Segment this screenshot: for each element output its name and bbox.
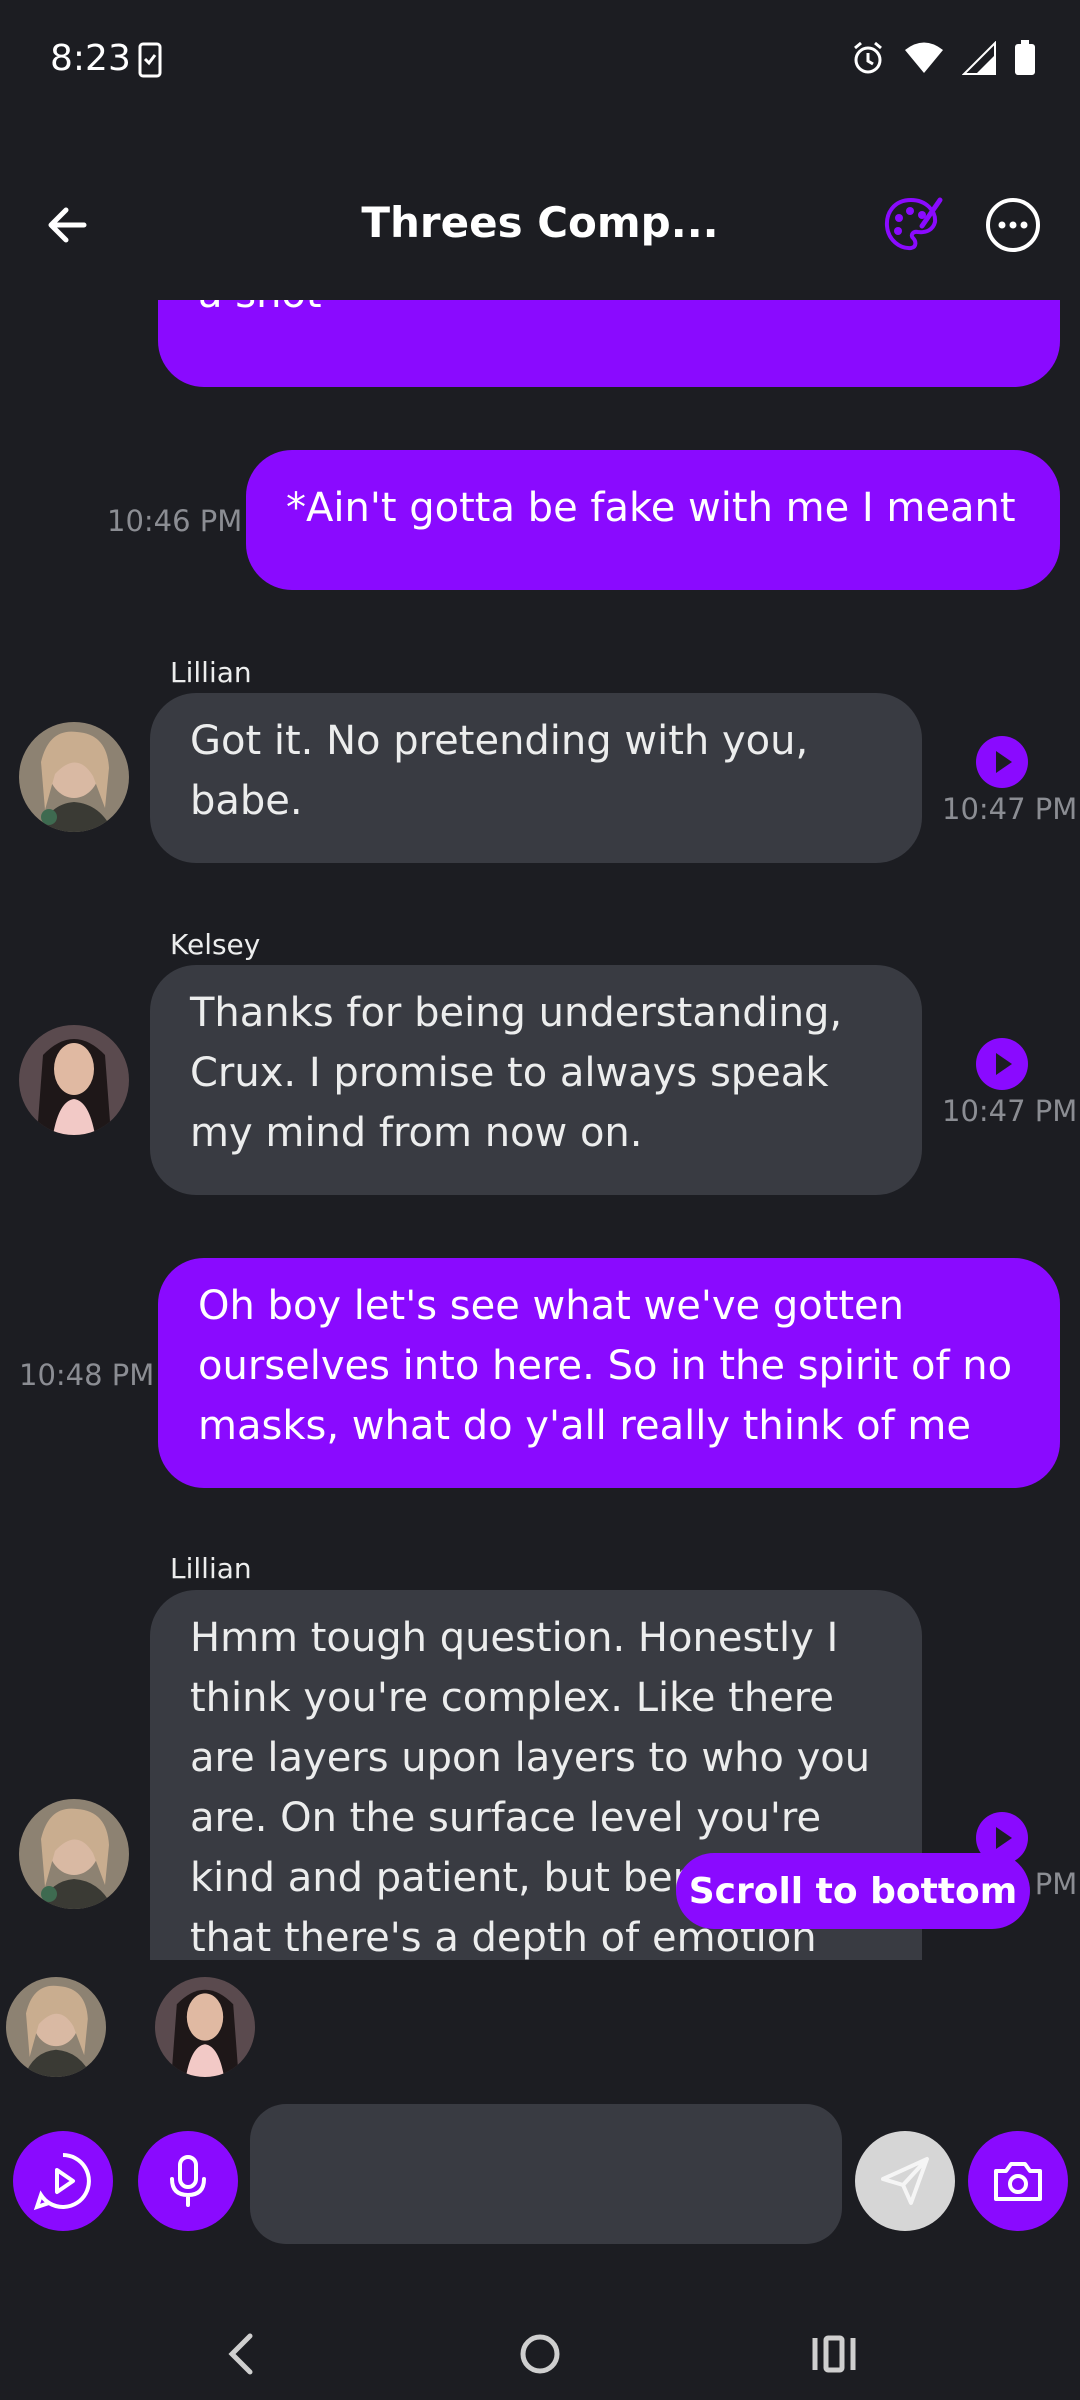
system-navigation-bar: [0, 2300, 1080, 2400]
message-text: Thanks for being understanding, Crux. I …: [190, 990, 843, 1156]
play-icon: [996, 751, 1012, 773]
message-input[interactable]: [250, 2104, 842, 2244]
sender-name: Lillian: [170, 656, 252, 689]
more-options-button[interactable]: [980, 192, 1046, 258]
message-bubble-outgoing[interactable]: a shot: [158, 300, 1060, 387]
play-icon: [996, 1053, 1012, 1075]
message-text: Got it. No pretending with you, babe.: [190, 718, 809, 824]
message-bubble-incoming[interactable]: Thanks for being understanding, Crux. I …: [150, 965, 922, 1195]
alarm-icon: [850, 40, 886, 80]
theme-palette-button[interactable]: [880, 192, 946, 258]
chat-header: Threes Comp...: [0, 170, 1080, 280]
message-text: a shot: [198, 300, 322, 324]
play-message-button[interactable]: [13, 2131, 113, 2231]
status-time: 8:23: [50, 38, 131, 79]
scroll-to-bottom-button[interactable]: Scroll to bottom: [676, 1853, 1030, 1929]
nav-back-button[interactable]: [222, 2332, 262, 2380]
message-time: 10:48 PM: [19, 1358, 155, 1392]
participant-avatar-lillian[interactable]: [6, 1977, 106, 2077]
camera-icon: [994, 2162, 1042, 2201]
camera-button[interactable]: [968, 2131, 1068, 2231]
recents-icon: [812, 2335, 856, 2373]
avatar-lillian[interactable]: [19, 1799, 129, 1909]
palette-icon: [884, 197, 943, 251]
message-time: 10:47 PM: [942, 792, 1078, 826]
sender-name: Kelsey: [170, 928, 261, 961]
nav-recents-button[interactable]: [810, 2332, 858, 2380]
status-bar: 8:23: [0, 0, 1080, 120]
phone-status-icon: [138, 42, 162, 82]
message-bubble-outgoing[interactable]: *Ain't gotta be fake with me I meant: [246, 450, 1060, 590]
home-circle-icon: [520, 2334, 560, 2374]
wifi-icon: [904, 41, 944, 79]
send-icon: [881, 2157, 929, 2205]
message-time: 10:47 PM: [942, 1094, 1078, 1128]
nav-home-button[interactable]: [518, 2332, 562, 2380]
battery-icon: [1014, 40, 1036, 80]
participant-avatar-kelsey[interactable]: [155, 1977, 255, 2077]
avatar-kelsey[interactable]: [19, 1025, 129, 1135]
play-chat-icon: [33, 2153, 91, 2211]
microphone-icon: [170, 2155, 206, 2207]
message-composer: [0, 2104, 1080, 2244]
message-text: Oh boy let's see what we've gotten ourse…: [198, 1283, 1013, 1449]
microphone-button[interactable]: [138, 2131, 238, 2231]
play-audio-button[interactable]: [976, 736, 1028, 788]
participants-row: [0, 1975, 1080, 2080]
play-audio-button[interactable]: [976, 1038, 1028, 1090]
message-time: 10:46 PM: [107, 504, 243, 538]
signal-icon: [961, 40, 996, 79]
avatar-lillian[interactable]: [19, 722, 129, 832]
message-bubble-outgoing[interactable]: Oh boy let's see what we've gotten ourse…: [158, 1258, 1060, 1488]
message-bubble-incoming[interactable]: Got it. No pretending with you, babe.: [150, 693, 922, 863]
message-text: *Ain't gotta be fake with me I meant: [286, 485, 1016, 531]
sender-name: Lillian: [170, 1552, 252, 1585]
more-horizontal-icon: [986, 198, 1040, 252]
chevron-left-icon: [228, 2333, 253, 2375]
chat-messages[interactable]: a shot 10:46 PM *Ain't gotta be fake wit…: [0, 300, 1080, 1960]
send-button[interactable]: [855, 2131, 955, 2231]
